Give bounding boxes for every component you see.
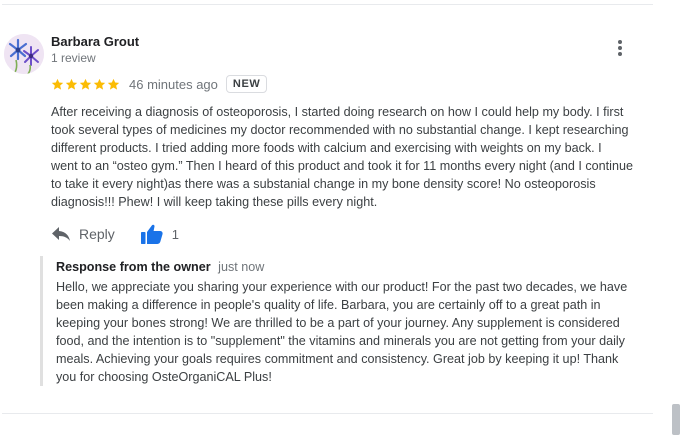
owner-response-header: Response from the owner just now xyxy=(56,260,264,274)
star-icon xyxy=(93,78,106,90)
star-icon xyxy=(65,78,78,90)
avatar[interactable] xyxy=(4,34,44,74)
more-vert-icon xyxy=(618,40,622,56)
scrollbar-thumb[interactable] xyxy=(672,404,680,435)
new-badge: NEW xyxy=(225,75,268,93)
bottom-divider xyxy=(2,413,653,414)
review-actions: Reply 1 xyxy=(51,223,179,245)
star-rating xyxy=(51,78,120,91)
thumbs-up-icon xyxy=(140,224,163,244)
star-icon xyxy=(51,78,64,90)
like-button[interactable]: 1 xyxy=(140,224,180,244)
owner-response-text: Hello, we appreciate you sharing your ex… xyxy=(56,280,628,384)
flower-avatar-icon xyxy=(4,34,44,74)
top-divider xyxy=(2,4,653,5)
star-icon xyxy=(107,78,120,90)
reviewer-name[interactable]: Barbara Grout xyxy=(51,34,139,49)
review-text: After receiving a diagnosis of osteoporo… xyxy=(51,105,633,209)
rating-row: 46 minutes ago NEW xyxy=(51,73,268,95)
more-options-button[interactable] xyxy=(605,36,635,60)
reply-button[interactable]: Reply xyxy=(51,226,115,242)
review-time: 46 minutes ago xyxy=(129,76,218,92)
owner-response-title: Response from the owner xyxy=(56,260,211,274)
reply-icon xyxy=(52,227,70,241)
owner-response: Response from the owner just now Hello, … xyxy=(40,256,659,386)
reviewer-review-count: 1 review xyxy=(51,51,96,65)
star-icon xyxy=(79,78,92,90)
owner-response-time: just now xyxy=(218,260,265,274)
like-count: 1 xyxy=(171,226,180,242)
reply-label: Reply xyxy=(79,226,115,242)
